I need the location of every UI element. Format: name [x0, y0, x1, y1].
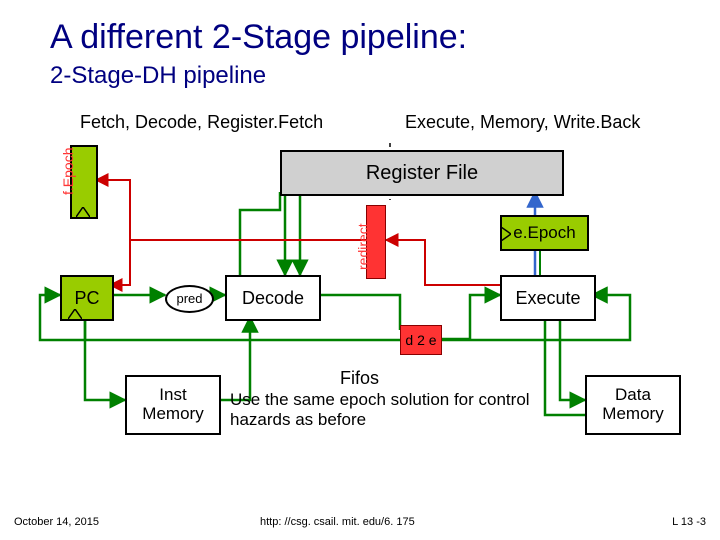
d2e-fifo: d 2 e: [400, 325, 442, 355]
pc-box: PC: [60, 275, 114, 321]
execute-box: Execute: [500, 275, 596, 321]
instmem-l2: Memory: [142, 404, 203, 423]
slide-title: A different 2-Stage pipeline:: [50, 18, 467, 57]
slide-subtitle: 2-Stage-DH pipeline: [50, 62, 266, 90]
eepoch-box: e.Epoch: [500, 215, 589, 251]
datamem-l1: Data: [615, 385, 651, 404]
pc-label: PC: [74, 288, 99, 309]
decode-box: Decode: [225, 275, 321, 321]
instmem-l1: Inst: [159, 385, 186, 404]
stage-right-label: Execute, Memory, Write.Back: [405, 112, 640, 133]
slide: A different 2-Stage pipeline: 2-Stage-DH…: [0, 0, 720, 540]
footer-date: October 14, 2015: [14, 516, 99, 528]
redirect-label: redirect: [355, 223, 371, 270]
footer-page: L 13 -3: [672, 516, 706, 528]
data-memory-box: Data Memory: [585, 375, 681, 435]
fepoch-label: f.Epoch: [60, 148, 76, 195]
epoch-note: Use the same epoch solution for control …: [230, 390, 560, 429]
pred-box: pred: [165, 285, 214, 313]
stage-left-label: Fetch, Decode, Register.Fetch: [80, 112, 323, 133]
inst-memory-box: Inst Memory: [125, 375, 221, 435]
datamem-l2: Memory: [602, 404, 663, 423]
register-file-box: Register File: [280, 150, 564, 196]
footer-url: http: //csg. csail. mit. edu/6. 175: [260, 516, 415, 528]
pipeline-diagram: f.Epoch Register File PC pred Decode red…: [30, 140, 690, 430]
eepoch-label: e.Epoch: [513, 223, 575, 243]
fifos-label: Fifos: [340, 368, 379, 389]
